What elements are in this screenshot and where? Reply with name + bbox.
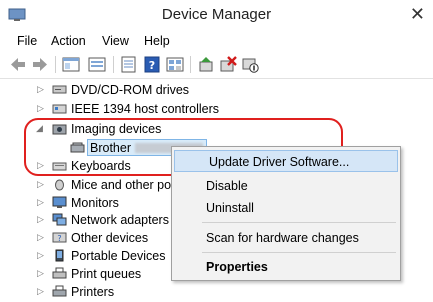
portable-device-icon (55, 249, 64, 262)
svg-text:?: ? (57, 234, 61, 243)
tree-item-printers[interactable]: ▷ Printers (0, 283, 433, 301)
menu-item-update-driver[interactable]: Update Driver Software... (174, 150, 398, 172)
window-title: Device Manager (161, 6, 272, 23)
tree-label-printers: Printers (71, 285, 115, 299)
forward-arrow-icon[interactable] (31, 56, 49, 73)
print-queue-icon (52, 267, 67, 279)
toolbar-separator (55, 56, 56, 73)
disable-device-icon[interactable] (241, 56, 259, 73)
menu-item-label: Update Driver Software... (209, 155, 350, 169)
svg-text:?: ? (149, 59, 155, 72)
menu-bar: File Action View Help (0, 32, 433, 52)
menu-view[interactable]: View (102, 34, 129, 48)
expand-arrow-icon[interactable]: ▷ (37, 84, 44, 95)
menu-help[interactable]: Help (144, 34, 170, 48)
menu-item-properties[interactable]: Properties (172, 256, 400, 278)
menu-item-scan-hardware[interactable]: Scan for hardware changes (172, 227, 400, 249)
menu-item-label: Uninstall (206, 201, 254, 215)
menu-item-label: Disable (206, 179, 248, 193)
tree-label-other-devices: Other devices (71, 231, 149, 245)
back-arrow-icon[interactable] (9, 56, 27, 73)
context-menu: Update Driver Software... Disable Uninst… (171, 146, 401, 281)
close-icon[interactable]: ✕ (410, 4, 425, 25)
expand-arrow-icon[interactable]: ▷ (37, 232, 44, 243)
mouse-icon (55, 179, 64, 191)
tree-label-dvd: DVD/CD-ROM drives (71, 83, 190, 97)
expand-arrow-icon[interactable]: ▷ (37, 197, 44, 208)
expand-arrow-icon[interactable]: ▷ (37, 286, 44, 297)
expand-arrow-icon[interactable]: ▷ (37, 103, 44, 114)
ieee1394-icon (52, 104, 67, 114)
dvd-drive-icon (52, 85, 67, 94)
menu-item-disable[interactable]: Disable (172, 175, 400, 197)
menu-item-label: Properties (206, 260, 268, 274)
properties-icon[interactable] (120, 56, 138, 73)
menu-item-uninstall[interactable]: Uninstall (172, 197, 400, 219)
tree-label-print-queues: Print queues (71, 267, 142, 281)
expand-arrow-icon[interactable]: ▷ (37, 268, 44, 279)
tree-item-dvd[interactable]: ▷ DVD/CD-ROM drives (0, 81, 433, 99)
toolbar-separator (190, 56, 191, 73)
menu-item-label: Scan for hardware changes (206, 231, 359, 245)
scan-hardware-icon[interactable] (197, 56, 215, 73)
tree-label-ieee1394: IEEE 1394 host controllers (71, 102, 219, 116)
menu-file[interactable]: File (17, 34, 37, 48)
help-icon[interactable]: ? (143, 56, 161, 73)
toolbar: ? (0, 52, 433, 79)
tree-label-network-adapters: Network adapters (71, 213, 169, 227)
show-hide-console-tree-icon[interactable] (62, 56, 80, 73)
list-view-icon[interactable] (88, 56, 106, 73)
show-hidden-devices-icon[interactable] (166, 56, 184, 73)
tree-label-mice: Mice and other po (71, 178, 172, 192)
other-devices-icon: ? (52, 232, 67, 243)
menu-action[interactable]: Action (51, 34, 86, 48)
menu-separator (202, 252, 396, 253)
toolbar-separator (113, 56, 114, 73)
menu-separator (202, 222, 396, 223)
expand-arrow-icon[interactable]: ▷ (37, 179, 44, 190)
title-bar: Device Manager ✕ (0, 0, 433, 32)
printer-icon (52, 285, 67, 297)
expand-arrow-icon[interactable]: ▷ (37, 214, 44, 225)
network-adapter-icon (52, 213, 67, 226)
uninstall-icon[interactable] (219, 56, 237, 73)
monitor-icon (52, 196, 67, 208)
expand-arrow-icon[interactable]: ▷ (37, 250, 44, 261)
tree-label-monitors: Monitors (71, 196, 119, 210)
tree-item-ieee1394[interactable]: ▷ IEEE 1394 host controllers (0, 100, 433, 118)
tree-label-portable-devices: Portable Devices (71, 249, 166, 263)
